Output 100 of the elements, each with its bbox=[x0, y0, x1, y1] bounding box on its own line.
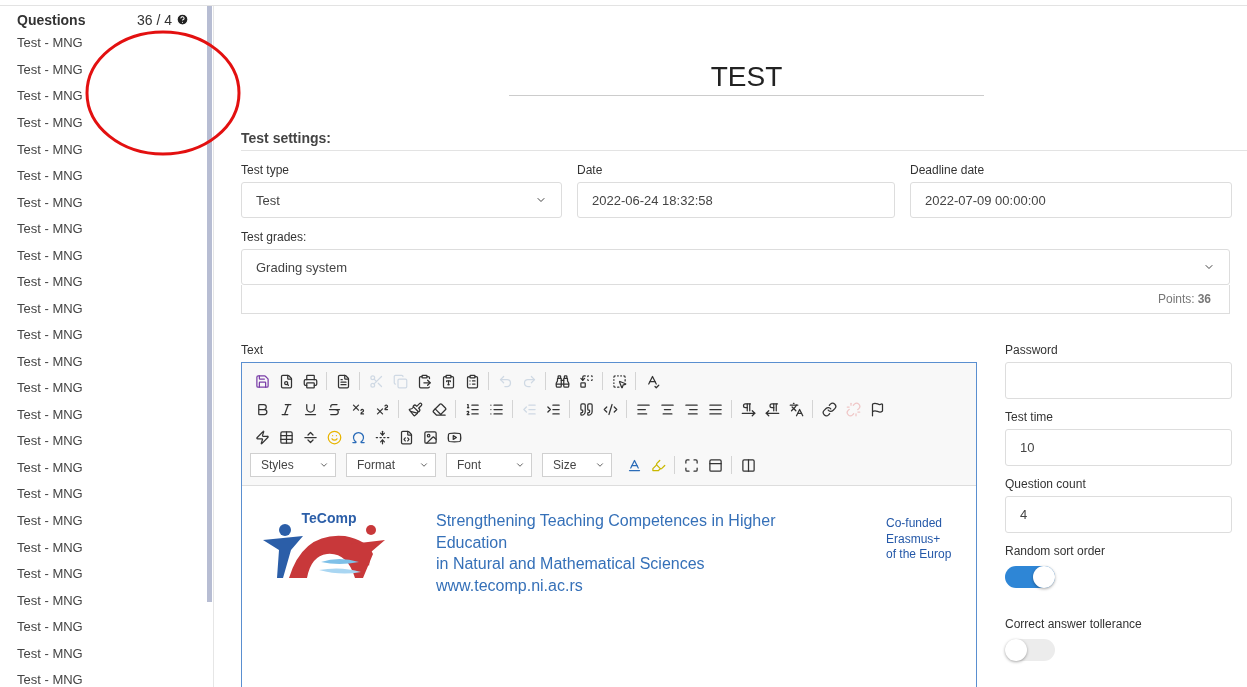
question-item[interactable]: Test - MNG bbox=[17, 374, 207, 402]
question-item[interactable]: Test - MNG bbox=[17, 294, 207, 322]
columns-icon bbox=[740, 457, 756, 473]
paste-icon bbox=[416, 373, 432, 389]
preview-icon bbox=[278, 373, 294, 389]
field-label: Text bbox=[241, 343, 264, 357]
dropdown[interactable]: Size bbox=[542, 453, 612, 477]
question-item[interactable]: Test - MNG bbox=[17, 82, 207, 110]
question-item[interactable]: Test - MNG bbox=[17, 109, 207, 136]
lightning-icon bbox=[254, 429, 270, 445]
iframe-icon bbox=[398, 429, 414, 445]
banner-text: www.tecomp.ni.ac.rs bbox=[436, 575, 584, 596]
show-blocks-icon bbox=[707, 457, 723, 473]
video-icon bbox=[446, 429, 462, 445]
align-center-icon bbox=[659, 401, 675, 417]
question-item[interactable]: Test - MNG bbox=[17, 135, 207, 163]
question-item[interactable]: Test - MNG bbox=[17, 401, 207, 428]
select-field[interactable]: Grading system bbox=[241, 249, 1230, 285]
help-icon[interactable] bbox=[176, 13, 189, 27]
question-item[interactable]: Test - MNG bbox=[17, 507, 207, 534]
banner-text: Erasmus+ bbox=[886, 531, 942, 547]
unlink-icon bbox=[845, 401, 861, 417]
dropdown[interactable]: Format bbox=[346, 453, 436, 477]
input-field[interactable]: 10 bbox=[1005, 429, 1232, 466]
cut-icon bbox=[368, 373, 384, 389]
input-field[interactable] bbox=[1005, 362, 1232, 399]
quote-icon bbox=[578, 401, 594, 417]
strikethrough-icon bbox=[326, 401, 342, 417]
toggle-switch[interactable] bbox=[1005, 639, 1055, 661]
paintbrush-icon bbox=[407, 401, 423, 417]
italic-icon bbox=[278, 401, 294, 417]
question-item[interactable]: Test - MNG bbox=[17, 454, 207, 481]
document-icon bbox=[335, 373, 351, 389]
question-item[interactable]: Test - MNG bbox=[17, 188, 207, 216]
question-item[interactable]: Test - MNG bbox=[17, 480, 207, 508]
highlighter-icon bbox=[650, 457, 666, 473]
align-right-icon bbox=[683, 401, 699, 417]
sidebar-title: Questions bbox=[17, 11, 86, 28]
find-icon bbox=[554, 373, 570, 389]
banner-text: of the Europ bbox=[886, 547, 952, 563]
field-label: Test type bbox=[241, 163, 291, 177]
question-item[interactable]: Test - MNG bbox=[17, 162, 207, 189]
question-item[interactable]: Test - MNG bbox=[17, 613, 207, 640]
flag-icon bbox=[869, 401, 885, 417]
question-item[interactable]: Test - MNG bbox=[17, 533, 207, 561]
dropdown[interactable]: Font bbox=[446, 453, 532, 477]
align-left-icon bbox=[635, 401, 651, 417]
undo-icon bbox=[497, 373, 513, 389]
input-field[interactable]: 4 bbox=[1005, 496, 1232, 533]
paste-word-icon bbox=[464, 373, 480, 389]
select-field[interactable]: Test bbox=[241, 182, 562, 218]
field-label: Random sort order bbox=[1005, 544, 1107, 558]
caret-icon bbox=[515, 460, 525, 470]
caret-icon bbox=[419, 460, 429, 470]
question-item[interactable]: Test - MNG bbox=[17, 321, 207, 349]
pilcrow-left-icon bbox=[764, 401, 780, 417]
toggle-switch[interactable] bbox=[1005, 566, 1055, 588]
scrollbar[interactable] bbox=[207, 6, 212, 602]
caret-icon bbox=[319, 460, 329, 470]
table-icon bbox=[278, 429, 294, 445]
underline-icon bbox=[302, 401, 318, 417]
question-item[interactable]: Test - MNG bbox=[17, 560, 207, 587]
question-item[interactable]: Test - MNG bbox=[17, 348, 207, 375]
link-icon bbox=[821, 401, 837, 417]
field-label: Question count bbox=[1005, 477, 1087, 491]
question-item[interactable]: Test - MNG bbox=[17, 215, 207, 242]
field-label: Test time bbox=[1005, 410, 1054, 424]
logo-text: TeComp bbox=[301, 510, 357, 526]
indent-icon bbox=[545, 401, 561, 417]
field-label: Test grades: bbox=[241, 230, 308, 244]
numbered-list-icon bbox=[464, 401, 480, 417]
horizontal-line-icon bbox=[302, 429, 318, 445]
question-item[interactable]: Test - MNG bbox=[17, 639, 207, 667]
subscript-icon bbox=[350, 401, 366, 417]
dropdown[interactable]: Styles bbox=[250, 453, 336, 477]
question-item[interactable]: Test - MNG bbox=[17, 586, 207, 614]
replace-icon bbox=[578, 373, 594, 389]
select-all-icon bbox=[611, 373, 627, 389]
input-field[interactable]: 2022-07-09 00:00:00 bbox=[910, 182, 1232, 218]
question-item[interactable]: Test - MNG bbox=[17, 56, 207, 83]
text-color-icon bbox=[626, 457, 642, 473]
question-item[interactable]: Test - MNG bbox=[17, 241, 207, 269]
paste-text-icon bbox=[440, 373, 456, 389]
question-item[interactable]: Test - MNG bbox=[17, 29, 207, 57]
question-count: 36 / 4 bbox=[136, 11, 172, 28]
banner-text: in Natural and Mathematical Sciences bbox=[436, 554, 706, 574]
rich-text-editor[interactable]: Styles Format Font Size TeComp Strengthening Teaching Competences in Higher Education in Natural and Mathematical Sciences www.tecomp.ni.ac.rs Co-funded Erasmus+ of the Europ bbox=[241, 362, 977, 687]
align-justify-icon bbox=[707, 401, 723, 417]
superscript-icon bbox=[374, 401, 390, 417]
question-item[interactable]: Test - MNG bbox=[17, 666, 207, 687]
question-item[interactable]: Test - MNG bbox=[17, 427, 207, 455]
input-field[interactable]: 2022-06-24 18:32:58 bbox=[577, 182, 895, 218]
eraser-icon bbox=[431, 401, 447, 417]
section-heading: Test settings: bbox=[241, 130, 1247, 151]
print-icon bbox=[302, 373, 318, 389]
page-break-icon bbox=[374, 429, 390, 445]
page-title: TEST bbox=[509, 61, 984, 96]
copy-icon bbox=[392, 373, 408, 389]
language-icon bbox=[788, 401, 804, 417]
question-item[interactable]: Test - MNG bbox=[17, 268, 207, 295]
